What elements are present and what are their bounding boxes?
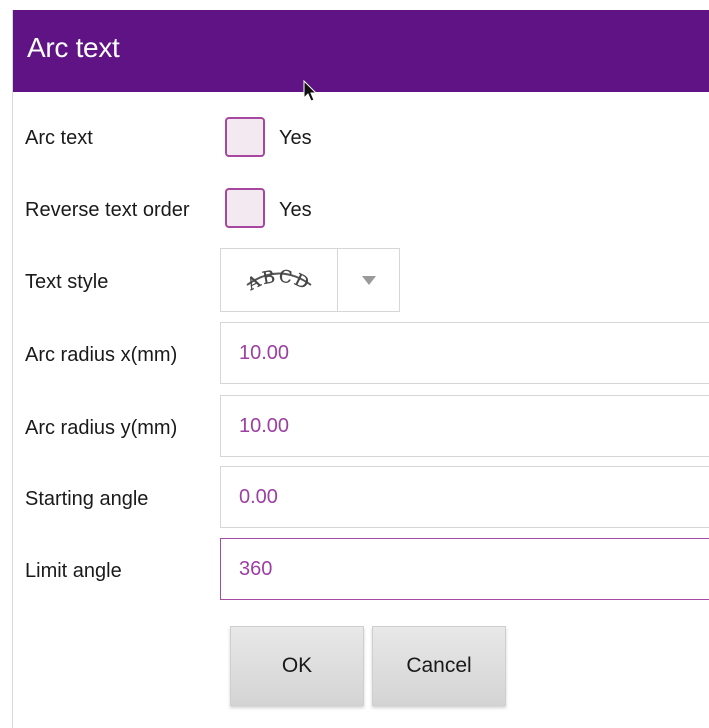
svg-text:ABCD: ABCD (243, 267, 313, 296)
starting-angle-value: 0.00 (239, 486, 278, 508)
dialog-title-bar: Arc text (13, 10, 709, 92)
limit-angle-label: Limit angle (25, 560, 122, 582)
starting-angle-input[interactable]: 0.00 (220, 466, 709, 528)
reverse-text-order-checkbox[interactable] (225, 188, 265, 228)
arc-text-style-icon: ABCD (221, 249, 338, 311)
dialog-title: Arc text (27, 32, 120, 63)
text-style-label: Text style (25, 271, 109, 293)
arc-text-dialog: Arc text Arc text Yes Reverse text order… (12, 10, 709, 728)
arc-radius-x-label: Arc radius x(mm) (25, 344, 178, 366)
arc-text-label: Arc text (25, 127, 93, 149)
cancel-button[interactable]: Cancel (372, 626, 506, 706)
arc-text-yes-label[interactable]: Yes (279, 127, 312, 150)
mouse-cursor-icon (303, 80, 318, 102)
arc-text-checkbox[interactable] (225, 117, 265, 157)
reverse-text-order-yes-label[interactable]: Yes (279, 199, 312, 222)
chevron-down-icon[interactable] (362, 276, 376, 285)
reverse-text-order-label: Reverse text order (25, 199, 190, 221)
limit-angle-input[interactable]: 360 (220, 538, 709, 600)
text-style-preview-text: ABCD (243, 266, 312, 295)
arc-radius-y-value: 10.00 (239, 415, 290, 437)
starting-angle-label: Starting angle (25, 488, 149, 510)
arc-radius-x-value: 10.00 (239, 342, 290, 364)
ok-button[interactable]: OK (230, 626, 364, 706)
arc-radius-x-input[interactable]: 10.00 (220, 322, 709, 384)
arc-radius-y-label: Arc radius y(mm) (25, 417, 178, 439)
limit-angle-value: 360 (239, 558, 273, 580)
arc-radius-y-input[interactable]: 10.00 (220, 395, 709, 457)
text-style-dropdown[interactable]: ABCD (220, 248, 400, 312)
